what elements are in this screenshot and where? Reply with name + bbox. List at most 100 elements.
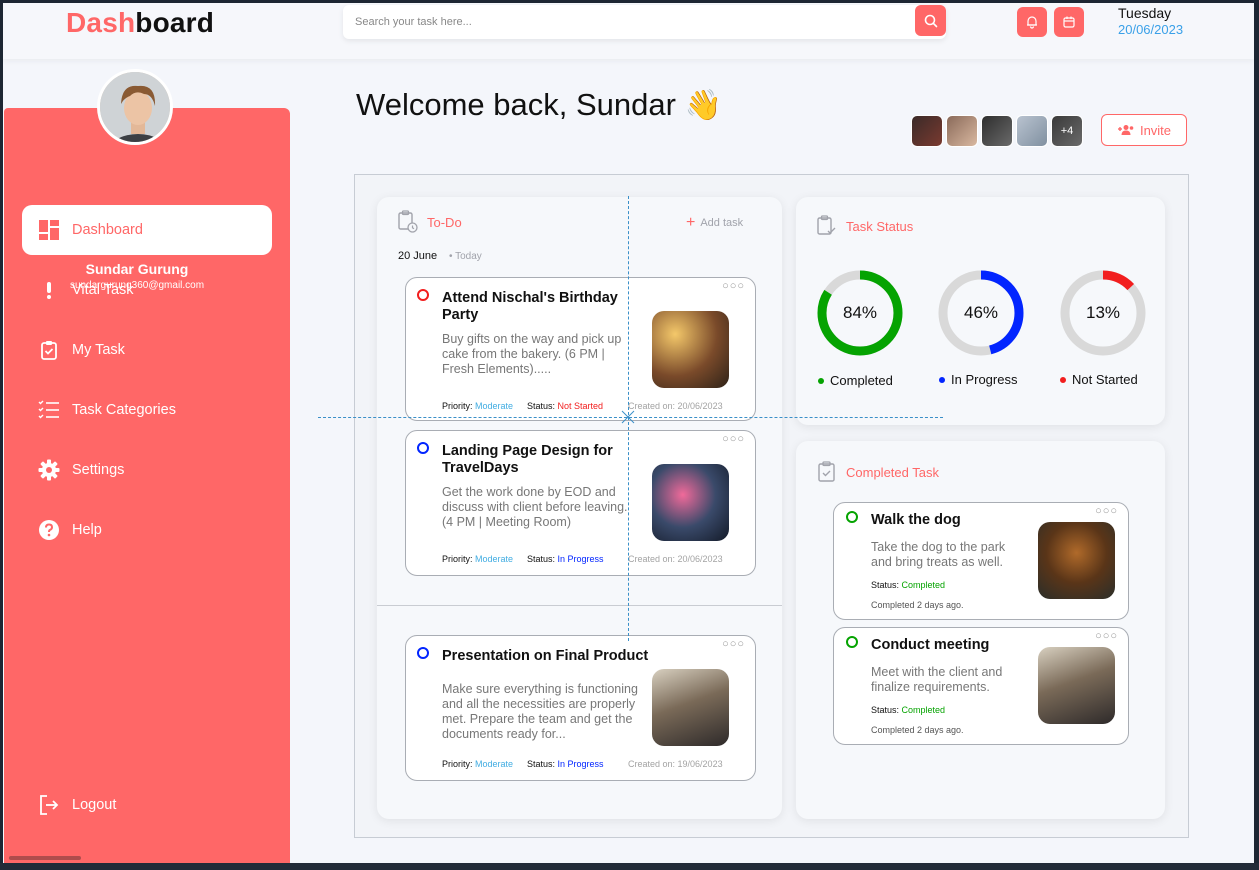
task-priority: Priority: Moderate <box>442 401 513 411</box>
search-input[interactable] <box>355 5 905 39</box>
sidebar-item-label: Task Categories <box>72 402 176 418</box>
priority-label: Priority: <box>442 554 473 564</box>
priority-label: Priority: <box>442 759 473 769</box>
notifications-button[interactable] <box>1017 7 1047 37</box>
search-button[interactable] <box>915 5 946 36</box>
add-task-button[interactable]: + Add task <box>686 215 743 231</box>
task-status: Status: In Progress <box>527 759 604 769</box>
status-label: Status: <box>871 705 900 715</box>
status-label: Status: <box>527 759 556 769</box>
completed-task-card[interactable]: ○○○ Conduct meeting Meet with the client… <box>833 627 1129 745</box>
task-created-date: Created on: 19/06/2023 <box>628 759 723 769</box>
logout-icon <box>26 794 72 816</box>
status-value: Not Started <box>557 401 604 411</box>
crosshair-icon <box>621 410 635 424</box>
donut-percentage: 13% <box>1085 303 1121 322</box>
completed-task-card[interactable]: ○○○ Walk the dog Take the dog to the par… <box>833 502 1129 620</box>
sidebar-item-dashboard[interactable]: Dashboard <box>22 205 272 255</box>
brand-rest: board <box>135 7 215 38</box>
brand-logo[interactable]: Dashboard <box>66 7 214 39</box>
more-options-icon[interactable]: ○○○ <box>722 433 745 445</box>
member-avatar[interactable] <box>946 115 978 147</box>
add-user-icon <box>1117 125 1134 135</box>
not-started-donut: 13% <box>1057 267 1149 359</box>
task-card[interactable]: ○○○ Attend Nischal's Birthday Party Buy … <box>405 277 756 421</box>
date-value: 20/06/2023 <box>1118 22 1184 37</box>
more-options-icon[interactable]: ○○○ <box>722 280 745 292</box>
completed-donut: 84% <box>814 267 906 359</box>
task-priority: Priority: Moderate <box>442 554 513 564</box>
status-circle-icon <box>417 647 429 659</box>
task-status-panel: Task Status 84% 46% 13% Completed In Pro… <box>796 197 1165 425</box>
clipboard-check-icon <box>26 339 72 361</box>
user-name: Sundar Gurung <box>85 261 189 277</box>
sidebar-scrollbar[interactable] <box>9 856 81 860</box>
legend-dot <box>1060 376 1066 383</box>
todo-today: • Today <box>449 251 482 262</box>
task-card[interactable]: ○○○ Presentation on Final Product Make s… <box>405 635 756 781</box>
more-options-icon[interactable]: ○○○ <box>1095 630 1118 642</box>
status-circle-icon <box>417 289 429 301</box>
calendar-button[interactable] <box>1054 7 1084 37</box>
legend-in-progress: In Progress <box>939 372 1017 387</box>
search-icon <box>924 14 937 27</box>
divider <box>377 605 782 606</box>
sidebar: Sundar Gurung sundargurung360@gmail.com … <box>4 108 290 863</box>
in-progress-donut: 46% <box>935 267 1027 359</box>
member-avatar[interactable] <box>911 115 943 147</box>
sidebar-item-task-categories[interactable]: Task Categories <box>22 385 272 435</box>
help-icon <box>26 519 72 541</box>
status-value: In Progress <box>557 759 604 769</box>
sidebar-item-label: My Task <box>72 342 125 358</box>
task-status: Status: In Progress <box>527 554 604 564</box>
sidebar-item-label: Help <box>72 522 102 538</box>
more-options-icon[interactable]: ○○○ <box>1095 505 1118 517</box>
clipboard-clock-icon <box>398 210 418 233</box>
status-value: Completed <box>901 580 946 590</box>
task-card[interactable]: ○○○ Landing Page Design for TravelDays G… <box>405 430 756 576</box>
invite-button[interactable]: Invite <box>1101 114 1187 146</box>
taskbar-strip <box>0 863 1259 870</box>
list-icon <box>26 399 72 421</box>
task-description: Take the dog to the park and bring treat… <box>871 540 1006 569</box>
task-title: Conduct meeting <box>871 637 990 653</box>
status-value: In Progress <box>557 554 604 564</box>
completed-header: Completed Task <box>816 461 939 483</box>
todo-title: To-Do <box>427 214 462 230</box>
top-bar: Dashboard Tuesday 20/06/2023 <box>3 3 1254 59</box>
status-label: Status: <box>527 554 556 564</box>
status-circle-icon <box>417 442 429 454</box>
completed-title: Completed Task <box>846 464 939 480</box>
logout-button[interactable]: Logout <box>22 790 222 820</box>
todo-panel: To-Do + Add task 20 June • Today ○○○ Att… <box>377 197 782 819</box>
invite-label: Invite <box>1139 122 1172 138</box>
status-value: Completed <box>901 705 946 715</box>
task-description: Make sure everything is functioning and … <box>442 682 638 741</box>
more-options-icon[interactable]: ○○○ <box>722 638 745 650</box>
welcome-heading: Welcome back, Sundar 👋 <box>356 87 722 123</box>
priority-value: Moderate <box>475 554 514 564</box>
priority-value: Moderate <box>475 759 514 769</box>
sidebar-item-settings[interactable]: Settings <box>22 445 272 495</box>
member-avatar[interactable] <box>981 115 1013 147</box>
legend-dot <box>939 376 945 383</box>
donut-percentage: 46% <box>963 303 999 322</box>
legend-label: Not Started <box>1072 372 1138 387</box>
task-title: Presentation on Final Product <box>442 648 649 664</box>
todo-header: To-Do <box>397 210 462 234</box>
more-members-badge[interactable]: +4 <box>1051 115 1083 147</box>
legend-not-started: Not Started <box>1060 372 1138 387</box>
status-circle-icon <box>846 511 858 523</box>
task-status: Status: Completed <box>871 705 945 715</box>
sidebar-item-my-task[interactable]: My Task <box>22 325 272 375</box>
task-status: Status: Not Started <box>527 401 603 411</box>
bell-icon <box>1027 16 1037 29</box>
task-image <box>652 464 729 541</box>
task-status-title: Task Status <box>846 218 914 234</box>
member-avatar[interactable] <box>1016 115 1048 147</box>
completed-ago: Completed 2 days ago. <box>871 600 964 610</box>
task-created-date: Created on: 20/06/2023 <box>628 401 723 411</box>
dashboard-icon <box>26 219 72 241</box>
sidebar-item-help[interactable]: Help <box>22 505 272 555</box>
avatar[interactable] <box>97 69 173 145</box>
